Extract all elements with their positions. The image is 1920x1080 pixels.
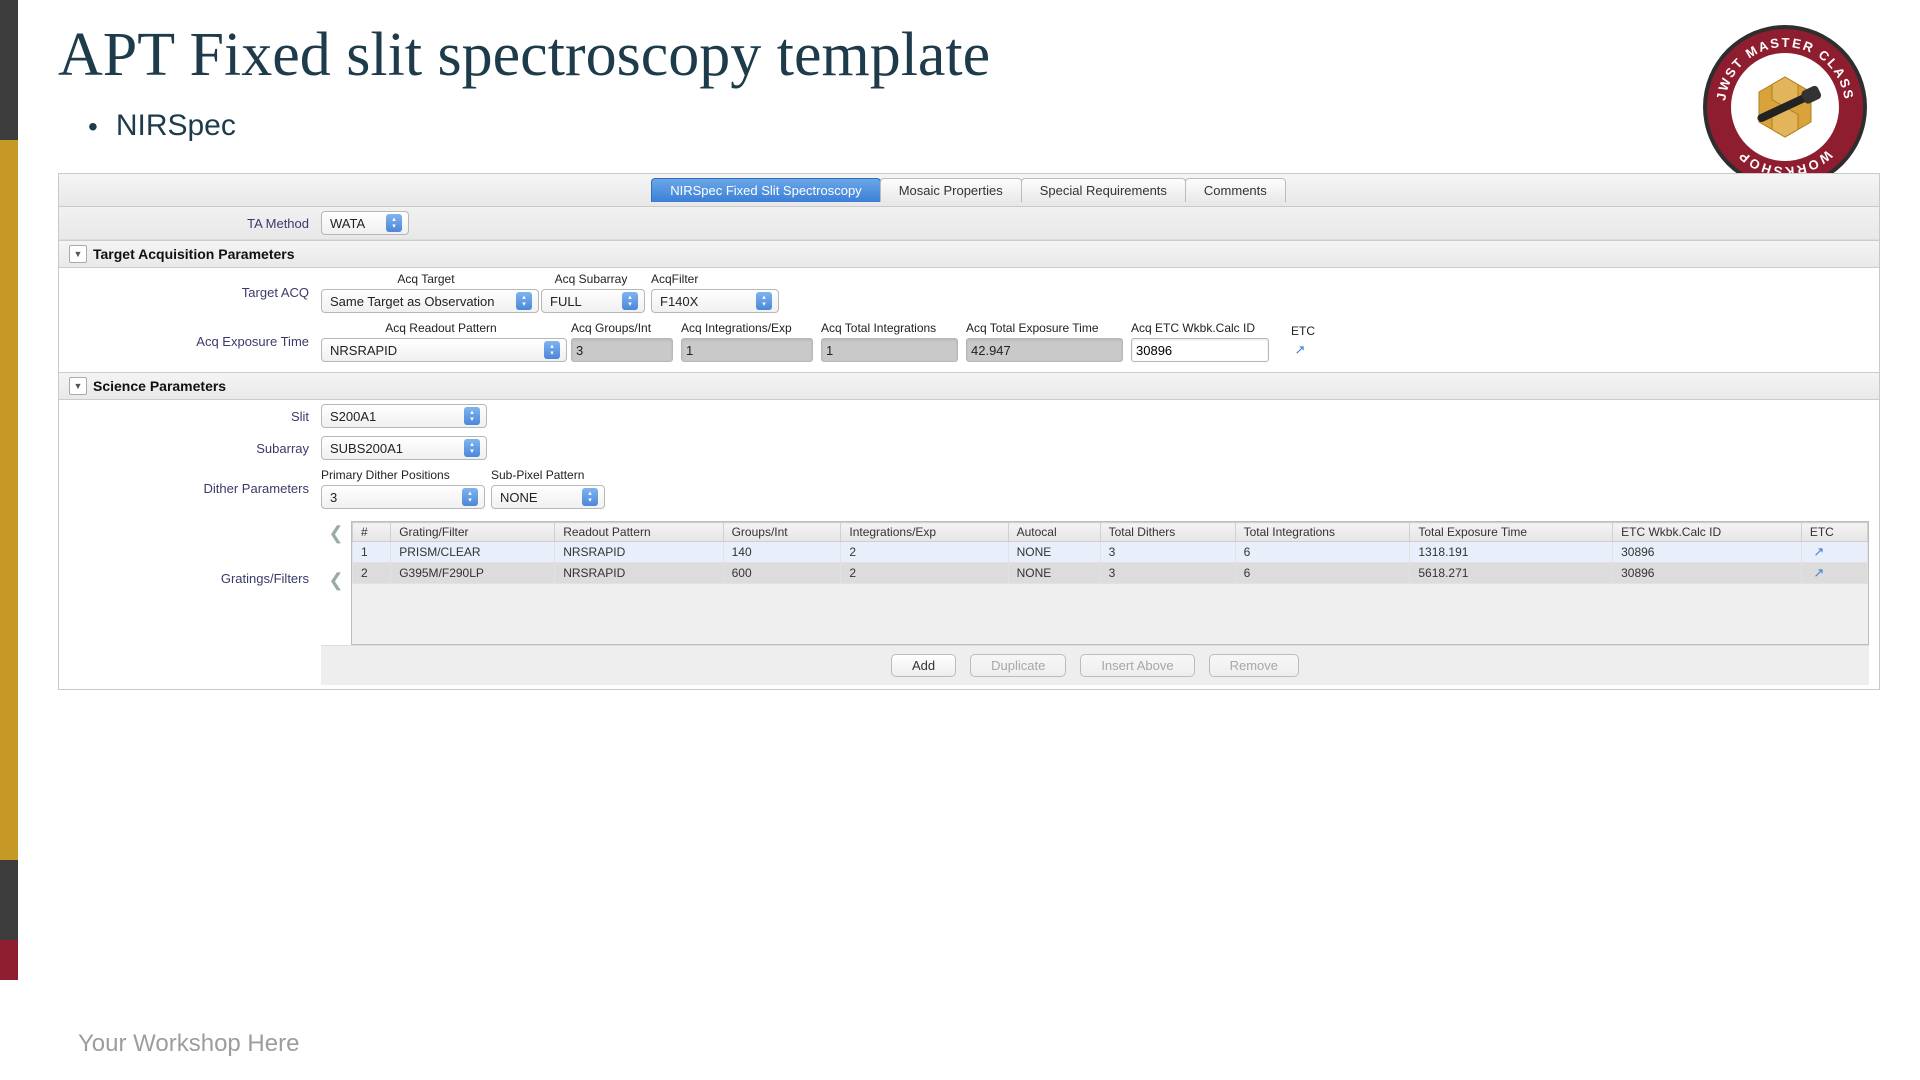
duplicate-button[interactable]: Duplicate (970, 654, 1066, 677)
field-acq-calcid[interactable] (1131, 338, 1269, 362)
col-num[interactable]: # (353, 523, 391, 542)
label-gratings-filters: Gratings/Filters (69, 517, 321, 586)
hdr-subpixel: Sub-Pixel Pattern (491, 468, 584, 482)
select-subarray[interactable]: SUBS200A1 (321, 436, 487, 460)
field-acq-intexp (681, 338, 813, 362)
label-slit: Slit (69, 409, 321, 424)
col-etc[interactable]: ETC (1801, 523, 1867, 542)
select-subpixel[interactable]: NONE (491, 485, 605, 509)
chevron-updown-icon (622, 292, 638, 310)
apt-panel: NIRSpec Fixed Slit Spectroscopy Mosaic P… (58, 173, 1880, 690)
tab-bar: NIRSpec Fixed Slit Spectroscopy Mosaic P… (59, 174, 1879, 207)
gratings-table[interactable]: # Grating/Filter Readout Pattern Groups/… (351, 521, 1869, 645)
chevron-updown-icon (386, 214, 402, 232)
chevron-updown-icon (464, 439, 480, 457)
side-accent-dark2 (0, 860, 18, 940)
hdr-acq-totint: Acq Total Integrations (821, 321, 936, 335)
hdr-acq-readout: Acq Readout Pattern (385, 321, 496, 335)
hdr-acq-calcid: Acq ETC Wkbk.Calc ID (1131, 321, 1255, 335)
col-grating-filter[interactable]: Grating/Filter (391, 523, 555, 542)
insert-above-button[interactable]: Insert Above (1080, 654, 1194, 677)
col-totint[interactable]: Total Integrations (1235, 523, 1410, 542)
table-row[interactable]: 1 PRISM/CLEAR NRSRAPID 140 2 NONE 3 6 13 (353, 542, 1868, 563)
table-row[interactable]: 2 G395M/F290LP NRSRAPID 600 2 NONE 3 6 5 (353, 563, 1868, 584)
chevron-updown-icon (464, 407, 480, 425)
field-acq-groups (571, 338, 673, 362)
tab-fixed-slit[interactable]: NIRSpec Fixed Slit Spectroscopy (651, 178, 880, 202)
side-accent-dark (0, 0, 18, 140)
footer-text: Your Workshop Here (78, 1030, 299, 1058)
col-groups[interactable]: Groups/Int (723, 523, 841, 542)
label-ta-method: TA Method (69, 216, 321, 231)
page-title: APT Fixed slit spectroscopy template (58, 20, 1880, 91)
select-acq-subarray[interactable]: FULL (541, 289, 645, 313)
hdr-acq-intexp: Acq Integrations/Exp (681, 321, 792, 335)
disclosure-triangle-icon[interactable]: ▼ (69, 245, 87, 263)
bullet-nirspec: NIRSpec (88, 109, 1880, 143)
disclosure-triangle-icon[interactable]: ▼ (69, 377, 87, 395)
hdr-acq-target: Acq Target (397, 272, 454, 286)
tab-comments[interactable]: Comments (1185, 178, 1286, 202)
col-totdith[interactable]: Total Dithers (1100, 523, 1235, 542)
table-button-bar: Add Duplicate Insert Above Remove (321, 645, 1869, 685)
col-totexp[interactable]: Total Exposure Time (1410, 523, 1613, 542)
select-acq-target[interactable]: Same Target as Observation (321, 289, 539, 313)
move-down-icon[interactable]: ❮ (328, 570, 343, 591)
select-slit[interactable]: S200A1 (321, 404, 487, 428)
chevron-updown-icon (756, 292, 772, 310)
hdr-acq-groups: Acq Groups/Int (571, 321, 651, 335)
hdr-acq-etc: ETC (1291, 324, 1315, 338)
chevron-updown-icon (582, 488, 598, 506)
label-dither-params: Dither Parameters (69, 481, 321, 496)
move-up-icon[interactable]: ❮ (328, 523, 343, 544)
label-acq-exp-time: Acq Exposure Time (69, 334, 321, 349)
remove-button[interactable]: Remove (1209, 654, 1299, 677)
section-target-acq[interactable]: ▼ Target Acquisition Parameters (59, 240, 1879, 268)
select-ta-method[interactable]: WATA (321, 211, 409, 235)
side-accent-gold (0, 140, 18, 860)
label-subarray: Subarray (69, 441, 321, 456)
chevron-updown-icon (544, 341, 560, 359)
tab-special-req[interactable]: Special Requirements (1021, 178, 1186, 202)
chevron-updown-icon (462, 488, 478, 506)
select-primary-dither[interactable]: 3 (321, 485, 485, 509)
col-wkbk[interactable]: ETC Wkbk.Calc ID (1613, 523, 1802, 542)
hdr-acq-totexp: Acq Total Exposure Time (966, 321, 1099, 335)
hdr-acq-filter: AcqFilter (651, 272, 698, 286)
hdr-primary-dither: Primary Dither Positions (321, 468, 450, 482)
side-accent-red (0, 940, 18, 980)
etc-link-icon[interactable]: ↗ (1810, 564, 1828, 582)
tab-mosaic[interactable]: Mosaic Properties (880, 178, 1022, 202)
row-reorder-controls: ❮ ❮ (321, 517, 351, 645)
section-science-params[interactable]: ▼ Science Parameters (59, 372, 1879, 400)
field-acq-totexp (966, 338, 1123, 362)
field-acq-totint (821, 338, 958, 362)
add-button[interactable]: Add (891, 654, 956, 677)
col-autocal[interactable]: Autocal (1008, 523, 1100, 542)
col-intexp[interactable]: Integrations/Exp (841, 523, 1008, 542)
label-target-acq: Target ACQ (69, 285, 321, 300)
select-acq-readout[interactable]: NRSRAPID (321, 338, 567, 362)
hdr-acq-subarray: Acq Subarray (555, 272, 628, 286)
col-readout[interactable]: Readout Pattern (555, 523, 723, 542)
chevron-updown-icon (516, 292, 532, 310)
select-acq-filter[interactable]: F140X (651, 289, 779, 313)
etc-link-icon[interactable]: ↗ (1291, 341, 1309, 359)
etc-link-icon[interactable]: ↗ (1810, 543, 1828, 561)
